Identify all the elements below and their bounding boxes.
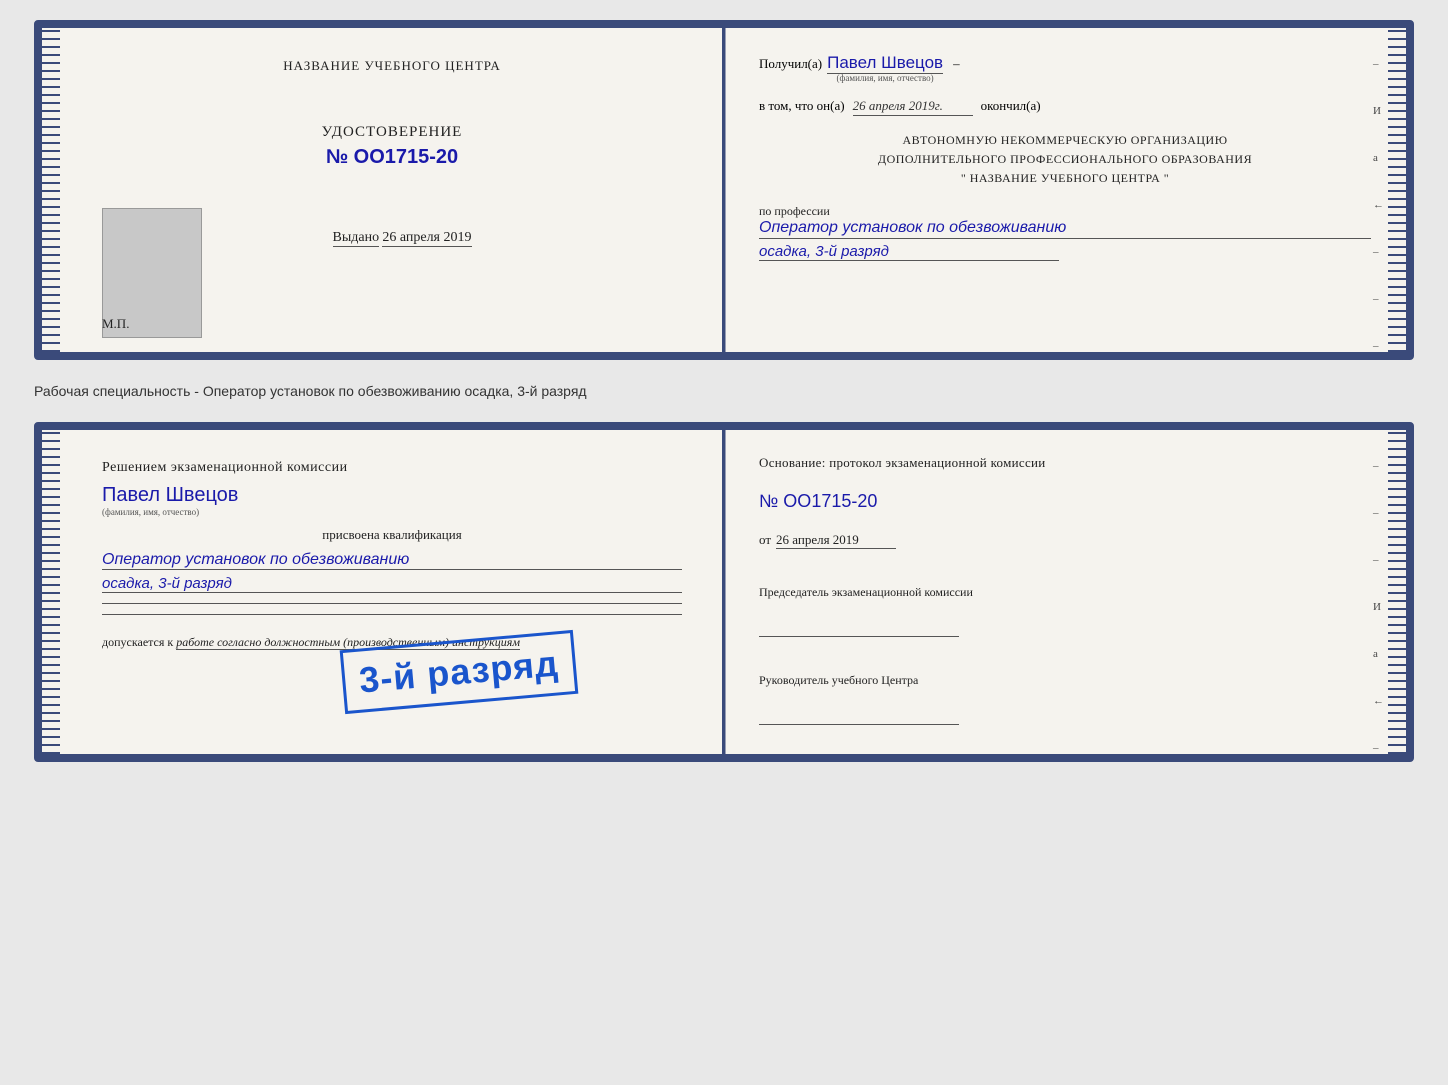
from-date: 26 апреля 2019 bbox=[776, 532, 896, 549]
profession-subvalue: осадка, 3-й разряд bbox=[759, 243, 1059, 261]
that-label: в том, что он(а) bbox=[759, 98, 845, 114]
right-side-labels-1: – И а ← – – – – bbox=[1373, 58, 1384, 360]
allowed-label: допускается к bbox=[102, 635, 173, 649]
cert-type-label: УДОСТОВЕРЕНИЕ bbox=[322, 124, 463, 141]
training-center-title: НАЗВАНИЕ УЧЕБНОГО ЦЕНТРА bbox=[283, 58, 500, 74]
recipient-name: Павел Швецов bbox=[827, 53, 943, 74]
right-label2-arrow: ← bbox=[1373, 695, 1384, 707]
separator-text: Рабочая специальность - Оператор установ… bbox=[34, 378, 1414, 404]
qualification-line2: осадка, 3-й разряд bbox=[102, 575, 682, 593]
received-label: Получил(а) bbox=[759, 56, 822, 72]
page-container: НАЗВАНИЕ УЧЕБНОГО ЦЕНТРА УДОСТОВЕРЕНИЕ №… bbox=[34, 20, 1414, 762]
right-dash-1: – bbox=[1373, 58, 1384, 70]
chairman-title: Председатель экзаменационной комиссии bbox=[759, 584, 1371, 601]
right-dash2-2: – bbox=[1373, 507, 1384, 519]
right-dash2-3: – bbox=[1373, 554, 1384, 566]
from-section: от 26 апреля 2019 bbox=[759, 532, 1371, 549]
certificate-card-1: НАЗВАНИЕ УЧЕБНОГО ЦЕНТРА УДОСТОВЕРЕНИЕ №… bbox=[34, 20, 1414, 360]
recipient-name-subtitle: (фамилия, имя, отчество) bbox=[827, 73, 943, 83]
from-label: от bbox=[759, 532, 771, 548]
right-label2-a: а bbox=[1373, 648, 1384, 660]
qualification-line1: Оператор установок по обезвоживанию bbox=[102, 551, 682, 570]
stamp-text: 3-й разряд bbox=[358, 642, 561, 701]
org-line1: АВТОНОМНУЮ НЕКОММЕРЧЕСКУЮ ОРГАНИЗАЦИЮ bbox=[759, 131, 1371, 150]
spine-right-decoration-2 bbox=[1388, 430, 1406, 754]
person-name-section: Павел Швецов (фамилия, имя, отчество) bbox=[102, 484, 682, 517]
org-line2: ДОПОЛНИТЕЛЬНОГО ПРОФЕССИОНАЛЬНОГО ОБРАЗО… bbox=[759, 150, 1371, 169]
spine-right-decoration bbox=[1388, 28, 1406, 352]
right-label-arrow: ← bbox=[1373, 199, 1384, 211]
sig-line-2 bbox=[102, 614, 682, 615]
completed-label: окончил(а) bbox=[981, 98, 1041, 114]
right-dash2-1: – bbox=[1373, 460, 1384, 472]
chairman-sig-line bbox=[759, 636, 959, 637]
basis-label: Основание: протокол экзаменационной коми… bbox=[759, 455, 1371, 471]
left-panel-inner-1: НАЗВАНИЕ УЧЕБНОГО ЦЕНТРА УДОСТОВЕРЕНИЕ №… bbox=[82, 58, 682, 246]
certificate-card-2: Решением экзаменационной комиссии Павел … bbox=[34, 422, 1414, 762]
right-panel-1: Получил(а) Павел Швецов (фамилия, имя, о… bbox=[724, 28, 1406, 352]
that-section: в том, что он(а) 26 апреля 2019г. окончи… bbox=[759, 98, 1371, 116]
person-name-2: Павел Швецов bbox=[102, 484, 682, 507]
received-section: Получил(а) Павел Швецов (фамилия, имя, о… bbox=[759, 53, 1371, 83]
cert-number: № OO1715-20 bbox=[326, 146, 458, 169]
issued-label: Выдано bbox=[333, 230, 380, 247]
right-dash-4: – bbox=[1373, 340, 1384, 352]
issued-line: Выдано 26 апреля 2019 bbox=[313, 229, 472, 246]
left-panel-2: Решением экзаменационной комиссии Павел … bbox=[42, 430, 724, 754]
profession-section: по профессии Оператор установок по обезв… bbox=[759, 204, 1371, 261]
right-label2-i: И bbox=[1373, 601, 1384, 613]
left-panel-1: НАЗВАНИЕ УЧЕБНОГО ЦЕНТРА УДОСТОВЕРЕНИЕ №… bbox=[42, 28, 724, 352]
right-dash-3: – bbox=[1373, 293, 1384, 305]
person-name-subtitle-2: (фамилия, имя, отчество) bbox=[102, 507, 682, 517]
mp-label: М.П. bbox=[102, 316, 129, 332]
left-panel-inner-2: Решением экзаменационной комиссии Павел … bbox=[82, 460, 682, 650]
right-panel-2: Основание: протокол экзаменационной коми… bbox=[724, 430, 1406, 754]
recipient-name-wrapper: Павел Швецов (фамилия, имя, отчество) bbox=[827, 53, 943, 83]
proto-number: № OO1715-20 bbox=[759, 491, 1371, 512]
issued-date: 26 апреля 2019 bbox=[382, 230, 471, 247]
right-label-a: а bbox=[1373, 152, 1384, 164]
right-label-i: И bbox=[1373, 105, 1384, 117]
profession-value: Оператор установок по обезвоживанию bbox=[759, 219, 1371, 239]
org-line3: " НАЗВАНИЕ УЧЕБНОГО ЦЕНТРА " bbox=[759, 169, 1371, 188]
completion-date: 26 апреля 2019г. bbox=[853, 98, 973, 116]
right-dash2-4: – bbox=[1373, 742, 1384, 754]
dash1: – bbox=[953, 56, 960, 72]
right-side-labels-2: – – – И а ← – – – bbox=[1373, 460, 1384, 762]
org-block: АВТОНОМНУЮ НЕКОММЕРЧЕСКУЮ ОРГАНИЗАЦИЮ ДО… bbox=[759, 131, 1371, 189]
qualification-section: Оператор установок по обезвоживанию осад… bbox=[102, 548, 682, 593]
sig-line-1 bbox=[102, 603, 682, 604]
leader-sig-line bbox=[759, 724, 959, 725]
right-dash-2: – bbox=[1373, 246, 1384, 258]
decision-title: Решением экзаменационной комиссии bbox=[102, 460, 682, 476]
leader-title: Руководитель учебного Центра bbox=[759, 672, 1371, 689]
assigned-text: присвоена квалификация bbox=[102, 527, 682, 543]
profession-label: по профессии bbox=[759, 204, 1371, 219]
